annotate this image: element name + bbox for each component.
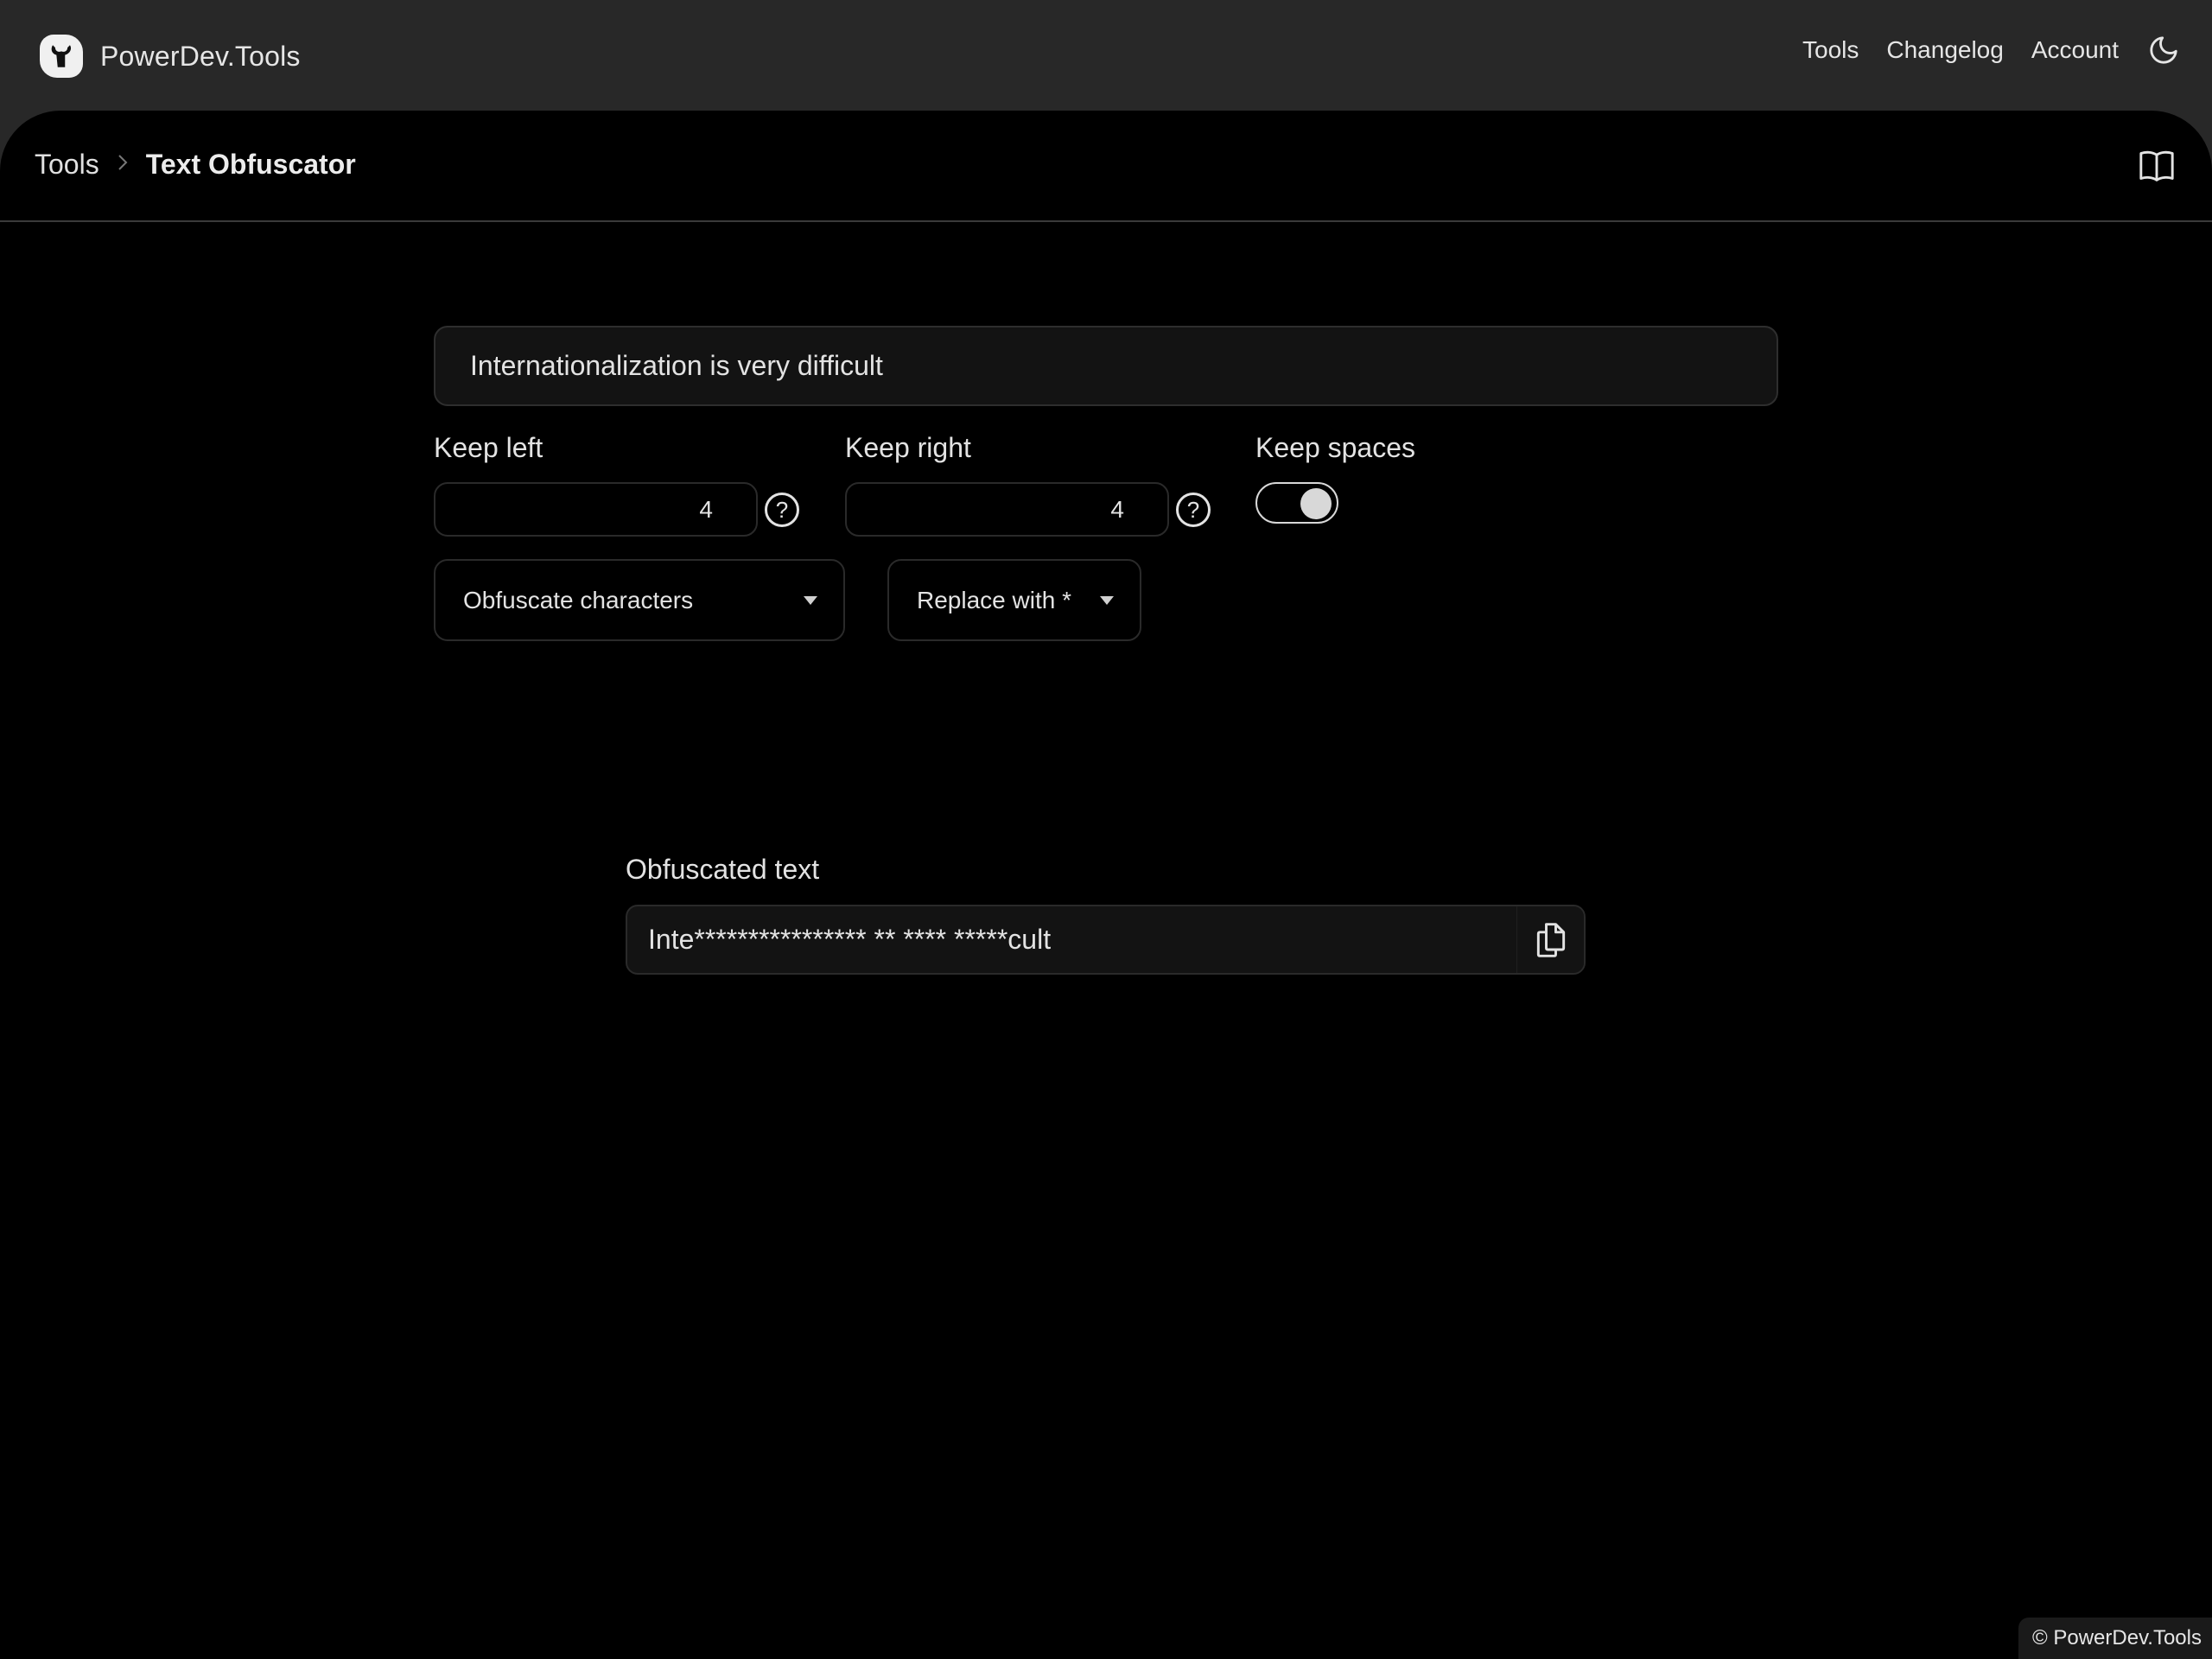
brand-link[interactable]: PowerDev.Tools [40, 35, 301, 78]
replace-select[interactable]: Replace with * [887, 559, 1141, 641]
keep-spaces-label: Keep spaces [1255, 432, 1416, 463]
mode-select-value: Obfuscate characters [463, 586, 694, 613]
caret-down-icon [1100, 595, 1114, 605]
book-icon [2139, 150, 2174, 181]
toggle-knob [1300, 488, 1332, 519]
footer-copyright: © PowerDev.Tools [2018, 1618, 2212, 1659]
main-panel: Tools Text Obfuscator Keep left ? Keep r… [0, 111, 2212, 1659]
keep-right-label: Keep right [845, 432, 971, 463]
obfuscated-text[interactable]: Inte**************** ** **** *****cult [627, 924, 1516, 956]
main-nav: Tools Changelog Account [1802, 33, 2181, 67]
breadcrumb: Tools Text Obfuscator [35, 149, 356, 181]
nav-changelog[interactable]: Changelog [1886, 36, 2003, 64]
keep-spaces-toggle[interactable] [1255, 482, 1338, 524]
caret-down-icon [804, 595, 817, 605]
theme-toggle-button[interactable] [2146, 33, 2181, 67]
keep-right-input[interactable] [845, 482, 1169, 537]
docs-button[interactable] [2136, 145, 2177, 187]
copy-icon [1536, 922, 1565, 957]
header-divider [0, 220, 2212, 222]
replace-select-value: Replace with * [917, 586, 1071, 613]
moon-icon [2150, 36, 2177, 64]
nav-account[interactable]: Account [2031, 36, 2119, 64]
page-title: Text Obfuscator [145, 149, 356, 180]
question-circle-icon[interactable]: ? [765, 493, 799, 527]
wrench-icon [40, 35, 83, 78]
nav-tools[interactable]: Tools [1802, 36, 1859, 64]
chevron-right-icon [117, 151, 129, 178]
mode-select[interactable]: Obfuscate characters [434, 559, 845, 641]
keep-left-input[interactable] [434, 482, 758, 537]
top-navbar: PowerDev.Tools Tools Changelog Account [0, 0, 2212, 111]
output-field[interactable]: Inte**************** ** **** *****cult [626, 905, 1586, 975]
copy-button[interactable] [1516, 906, 1584, 973]
breadcrumb-tools-link[interactable]: Tools [35, 149, 99, 181]
keep-left-label: Keep left [434, 432, 543, 463]
output-label: Obfuscated text [626, 854, 820, 885]
source-text-input[interactable] [434, 326, 1778, 406]
question-circle-icon[interactable]: ? [1176, 493, 1211, 527]
brand-name: PowerDev.Tools [100, 40, 301, 72]
